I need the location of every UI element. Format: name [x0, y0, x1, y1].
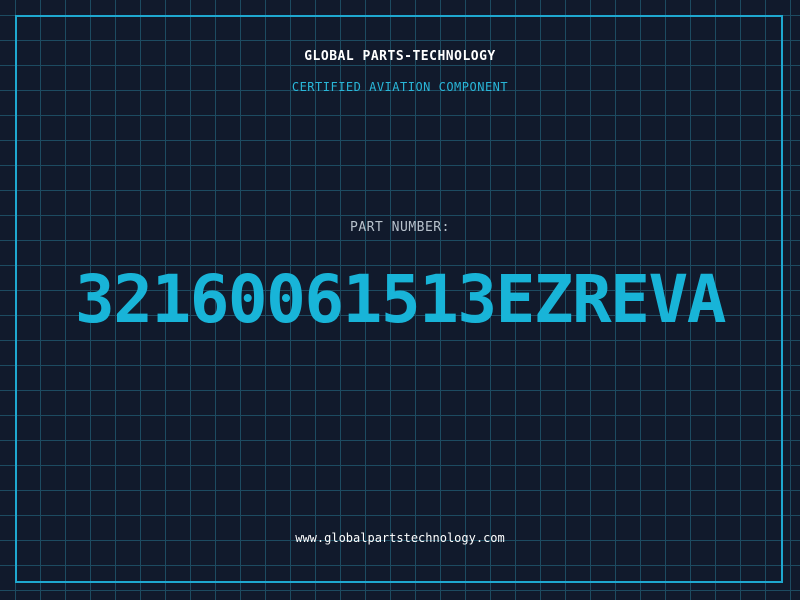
website-url: www.globalpartstechnology.com: [295, 531, 505, 545]
part-number-value: 32160061513EZREVA: [74, 261, 727, 338]
certification-subtitle: CERTIFIED AVIATION COMPONENT: [291, 80, 509, 94]
company-name: GLOBAL PARTS-TECHNOLOGY: [304, 49, 496, 64]
part-number-label: PART NUMBER:: [350, 220, 450, 235]
